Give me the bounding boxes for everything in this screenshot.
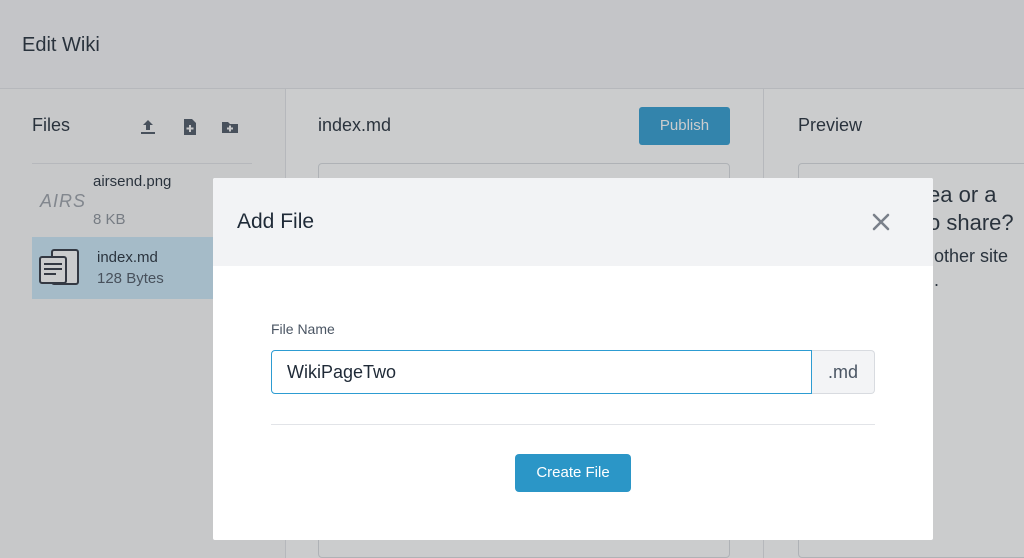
- file-name-input-group: .md: [271, 350, 875, 394]
- close-icon[interactable]: [869, 210, 893, 234]
- add-file-dialog: Add File File Name .md Create File: [213, 178, 933, 540]
- modal-header: Add File: [213, 178, 933, 266]
- create-file-button[interactable]: Create File: [515, 454, 631, 492]
- file-name-input[interactable]: [271, 350, 812, 394]
- file-name-label: File Name: [271, 321, 335, 337]
- modal-title: Add File: [237, 210, 315, 233]
- modal-divider: [271, 424, 875, 425]
- file-extension-suffix: .md: [812, 350, 875, 394]
